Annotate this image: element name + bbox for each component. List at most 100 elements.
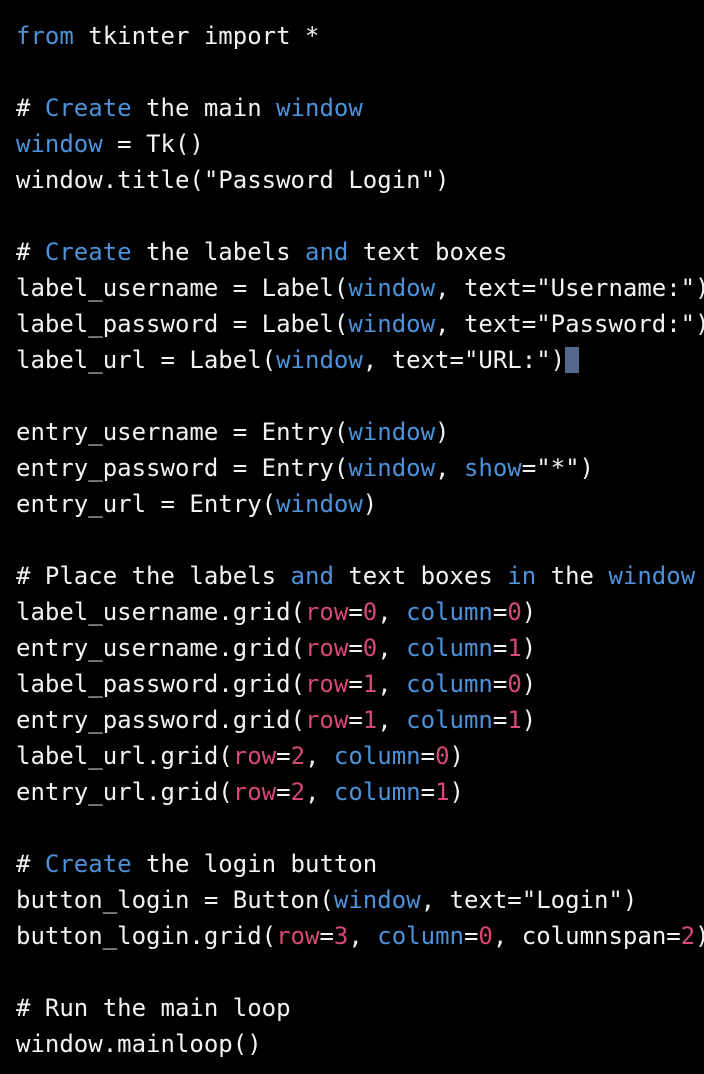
code-token-kw: Create bbox=[44, 94, 132, 122]
code-token-plain: = Tk() bbox=[102, 130, 204, 158]
code-token-plain: = bbox=[420, 778, 436, 806]
code-line[interactable]: entry_password.grid(row=1, column=1) bbox=[16, 702, 704, 738]
code-line-blank[interactable] bbox=[16, 522, 704, 558]
code-token-kw: column bbox=[333, 778, 421, 806]
code-token-kw: column bbox=[406, 706, 493, 734]
code-line-blank[interactable] bbox=[16, 198, 704, 234]
code-line-blank[interactable] bbox=[16, 954, 704, 990]
code-line[interactable]: from tkinter import * bbox=[16, 18, 704, 54]
code-token-plain: button_login = Button( bbox=[16, 886, 334, 914]
code-token-comment: # bbox=[16, 850, 45, 878]
code-token-plain: label_username = Label( bbox=[16, 274, 349, 302]
code-token-plain: , bbox=[377, 634, 407, 662]
code-token-num: 2 bbox=[290, 742, 306, 770]
code-token-plain: = bbox=[319, 922, 334, 950]
code-line[interactable]: # Create the main window bbox=[16, 90, 704, 126]
code-token-plain: , bbox=[305, 778, 334, 806]
code-line[interactable]: label_username = Label(window, text="Use… bbox=[16, 270, 704, 306]
code-token-plain: tkinter import * bbox=[73, 22, 320, 50]
code-token-kw: Create bbox=[44, 238, 132, 266]
code-token-plain: , text="Login") bbox=[420, 886, 638, 914]
code-line[interactable]: entry_url = Entry(window) bbox=[16, 486, 704, 522]
code-token-kw: window bbox=[276, 346, 363, 374]
code-token-kw: in bbox=[507, 562, 537, 590]
code-token-plain: = bbox=[492, 598, 508, 626]
code-token-num: 1 bbox=[507, 706, 522, 734]
code-token-plain: = bbox=[348, 670, 363, 698]
text-cursor bbox=[565, 347, 580, 373]
code-line[interactable]: entry_username = Entry(window) bbox=[16, 414, 704, 450]
code-token-plain: entry_url = Entry( bbox=[16, 490, 277, 518]
code-token-plain: , columnspan= bbox=[492, 922, 681, 950]
code-token-num: 0 bbox=[507, 670, 522, 698]
code-token-plain: label_password.grid( bbox=[16, 670, 305, 698]
code-token-plain: label_password = Label( bbox=[16, 310, 349, 338]
code-line[interactable]: entry_password = Entry(window, show="*") bbox=[16, 450, 704, 486]
code-line[interactable]: button_login = Button(window, text="Logi… bbox=[16, 882, 704, 918]
code-line[interactable]: label_password = Label(window, text="Pas… bbox=[16, 306, 704, 342]
code-token-kwarg: row bbox=[232, 742, 277, 770]
code-line-blank[interactable] bbox=[16, 810, 704, 846]
code-token-kw: window bbox=[276, 490, 363, 518]
code-token-kw: window bbox=[348, 418, 436, 446]
code-token-plain: entry_password.grid( bbox=[16, 706, 305, 734]
code-line[interactable]: window = Tk() bbox=[16, 126, 704, 162]
code-token-plain: = bbox=[348, 706, 363, 734]
code-token-plain: entry_password = Entry( bbox=[16, 454, 349, 482]
code-line[interactable]: label_url.grid(row=2, column=0) bbox=[16, 738, 704, 774]
code-token-comment: # Place the labels bbox=[16, 562, 291, 590]
code-lines-container: from tkinter import * # Create the main … bbox=[16, 18, 704, 1062]
code-line[interactable]: label_password.grid(row=1, column=0) bbox=[16, 666, 704, 702]
code-token-plain: , bbox=[377, 706, 407, 734]
code-line[interactable]: label_url = Label(window, text="URL:") bbox=[16, 342, 704, 378]
code-token-kw: and bbox=[305, 238, 349, 266]
code-token-num: 0 bbox=[507, 598, 522, 626]
code-token-num: 1 bbox=[362, 670, 378, 698]
code-token-plain: = bbox=[276, 778, 291, 806]
code-token-kwarg: row bbox=[304, 598, 349, 626]
code-token-plain: ) bbox=[362, 490, 378, 518]
code-token-plain: label_url.grid( bbox=[16, 742, 233, 770]
code-token-comment: the login button bbox=[131, 850, 378, 878]
code-line[interactable]: # Create the labels and text boxes bbox=[16, 234, 704, 270]
code-line[interactable]: window.title("Password Login") bbox=[16, 162, 704, 198]
code-token-plain: label_url = Label( bbox=[16, 346, 277, 374]
code-token-comment: the bbox=[536, 562, 609, 590]
code-token-comment: the main bbox=[131, 94, 277, 122]
code-token-plain: ) bbox=[449, 742, 464, 770]
code-token-plain: , text="URL:") bbox=[362, 346, 566, 374]
code-token-plain: entry_url.grid( bbox=[16, 778, 233, 806]
code-token-kw: window bbox=[348, 454, 436, 482]
code-token-kw: window bbox=[608, 562, 696, 590]
code-line[interactable]: label_username.grid(row=0, column=0) bbox=[16, 594, 704, 630]
code-token-kw: column bbox=[406, 634, 493, 662]
code-token-plain: window.title("Password Login") bbox=[16, 166, 450, 194]
code-token-plain: = bbox=[348, 598, 363, 626]
code-token-kw: window bbox=[16, 130, 103, 158]
code-token-kwarg: row bbox=[304, 634, 349, 662]
code-token-plain: ) bbox=[521, 706, 537, 734]
code-token-plain: = bbox=[420, 742, 436, 770]
code-line[interactable]: button_login.grid(row=3, column=0, colum… bbox=[16, 918, 704, 954]
code-token-plain: , bbox=[377, 598, 407, 626]
code-line[interactable]: # Create the login button bbox=[16, 846, 704, 882]
code-token-kw: and bbox=[290, 562, 334, 590]
code-token-kw: window bbox=[276, 94, 363, 122]
code-editor-pane[interactable]: from tkinter import * # Create the main … bbox=[0, 0, 704, 1074]
code-line[interactable]: # Run the main loop bbox=[16, 990, 704, 1026]
code-line[interactable]: window.mainloop() bbox=[16, 1026, 704, 1062]
code-line[interactable]: entry_url.grid(row=2, column=1) bbox=[16, 774, 704, 810]
code-token-plain: = bbox=[492, 670, 508, 698]
code-line-blank[interactable] bbox=[16, 54, 704, 90]
code-token-plain: ) bbox=[521, 670, 537, 698]
code-token-plain: ) bbox=[435, 418, 450, 446]
code-line[interactable]: # Place the labels and text boxes in the… bbox=[16, 558, 704, 594]
code-token-kw: Create bbox=[44, 850, 132, 878]
code-token-kw: from bbox=[16, 22, 74, 50]
code-token-num: 1 bbox=[362, 706, 378, 734]
code-line[interactable]: entry_username.grid(row=0, column=1) bbox=[16, 630, 704, 666]
code-token-num: 0 bbox=[478, 922, 493, 950]
code-token-plain: , text="Username:") bbox=[435, 274, 704, 302]
code-token-plain: = bbox=[492, 634, 508, 662]
code-line-blank[interactable] bbox=[16, 378, 704, 414]
